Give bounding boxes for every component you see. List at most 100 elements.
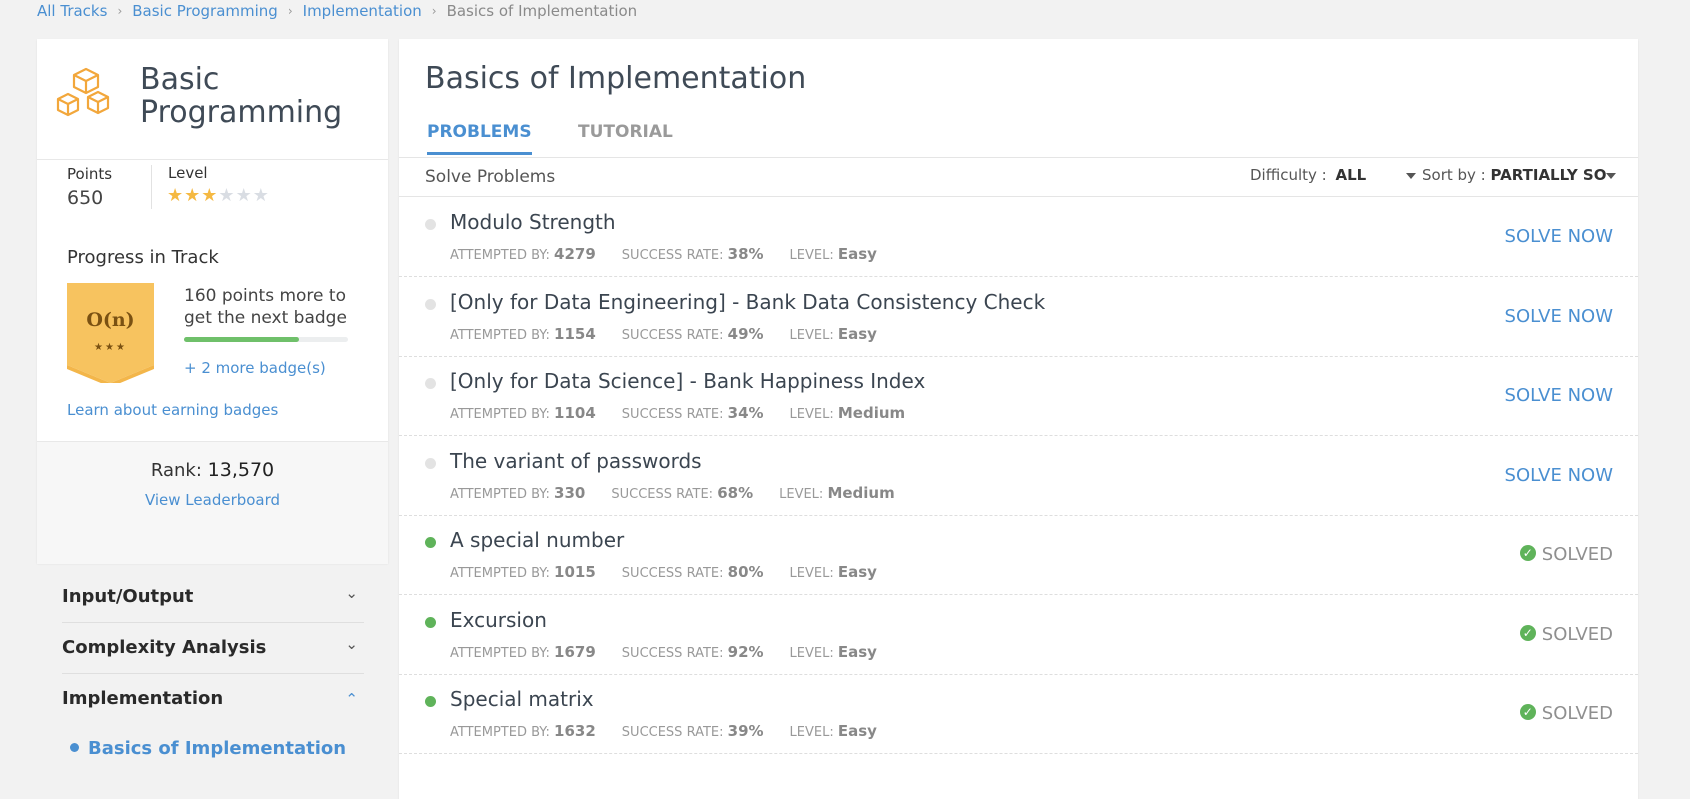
solve-now-button[interactable]: SOLVE NOW: [1505, 465, 1613, 486]
success-label: SUCCESS RATE:: [621, 646, 724, 661]
accordion-sub-basics-of-implementation[interactable]: Basics of Implementation: [70, 738, 346, 759]
success-value: 49%: [727, 325, 764, 343]
attempted-label: ATTEMPTED BY:: [450, 328, 550, 343]
status-dot-icon: [425, 537, 436, 548]
problem-meta: ATTEMPTED BY: 1104 SUCCESS RATE: 34% LEVEL…: [450, 404, 931, 422]
problem-title[interactable]: Excursion: [450, 608, 547, 632]
badge-label: O(n): [86, 309, 135, 331]
cubes-icon: [56, 67, 110, 117]
problem-title[interactable]: The variant of passwords: [450, 449, 702, 473]
track-title-line2: Programming: [140, 95, 343, 130]
breadcrumb: All Tracks › Basic Programming › Impleme…: [37, 0, 637, 22]
star-empty-icon: ★: [252, 185, 270, 206]
chevron-right-icon: ›: [431, 4, 437, 18]
status-dot-icon: [425, 696, 436, 707]
solve-now-button[interactable]: SOLVE NOW: [1505, 226, 1613, 247]
sort-select[interactable]: Sort by : PARTIALLY SOLVED: [1422, 166, 1616, 184]
level-value: Easy: [837, 643, 877, 661]
success-label: SUCCESS RATE:: [611, 487, 714, 502]
rank-value: 13,570: [207, 459, 275, 481]
solved-label: SOLVED: [1541, 703, 1613, 724]
track-title: Basic Programming: [140, 63, 380, 129]
problem-title[interactable]: Special matrix: [450, 687, 594, 711]
progress-text: 160 points more to get the next badge: [184, 286, 347, 328]
caret-down-icon: [1406, 172, 1417, 179]
success-value: 34%: [727, 404, 764, 422]
check-circle-icon: ✓: [1519, 704, 1536, 720]
success-label: SUCCESS RATE:: [621, 725, 724, 740]
breadcrumb-implementation[interactable]: Implementation: [303, 2, 422, 20]
level-value: Medium: [827, 484, 895, 502]
problem-title[interactable]: [Only for Data Science] - Bank Happiness…: [450, 369, 925, 393]
sort-value: PARTIALLY SOLVED: [1490, 166, 1606, 184]
attempted-label: ATTEMPTED BY:: [450, 248, 550, 263]
success-label: SUCCESS RATE:: [621, 248, 724, 263]
star-empty-icon: ★: [218, 185, 236, 206]
chevron-down-icon: ⌄: [345, 584, 358, 602]
sort-label: Sort by :: [1422, 166, 1486, 184]
problem-meta: ATTEMPTED BY: 330 SUCCESS RATE: 68% LEVEL:…: [450, 484, 921, 502]
status-dot-icon: [425, 219, 436, 230]
level-label: LEVEL:: [779, 487, 824, 502]
level-value: Easy: [837, 722, 877, 740]
attempted-value: 330: [554, 484, 586, 502]
level-stars: ★★★★★★: [167, 185, 270, 206]
tab-problems[interactable]: PROBLEMS: [427, 122, 532, 155]
attempted-value: 1154: [554, 325, 596, 343]
problem-title[interactable]: Modulo Strength: [450, 210, 616, 234]
track-card: Basic Programming Points 650 Level ★★★★★…: [37, 39, 388, 564]
accordion-label: Implementation: [62, 688, 224, 709]
star-filled-icon: ★: [184, 185, 202, 206]
solve-now-button[interactable]: SOLVE NOW: [1505, 306, 1613, 327]
solved-label: SOLVED: [1541, 624, 1613, 645]
problem-row: The variant of passwords ATTEMPTED BY: 33…: [399, 436, 1638, 516]
success-label: SUCCESS RATE:: [621, 566, 724, 581]
problem-meta: ATTEMPTED BY: 1154 SUCCESS RATE: 49% LEVEL…: [450, 325, 903, 343]
problem-row: Special matrix ATTEMPTED BY: 1632 SUCCESS …: [399, 674, 1638, 754]
stats-divider: [151, 165, 152, 209]
success-value: 80%: [727, 563, 764, 581]
problem-title[interactable]: A special number: [450, 528, 624, 552]
level-label: LEVEL:: [789, 566, 834, 581]
page-title: Basics of Implementation: [425, 61, 807, 96]
success-value: 68%: [717, 484, 754, 502]
accordion-item-complexity-analysis[interactable]: Complexity Analysis ⌄: [62, 623, 364, 674]
track-title-line1: Basic: [140, 62, 220, 97]
tab-tutorial[interactable]: TUTORIAL: [578, 122, 673, 152]
difficulty-select[interactable]: Difficulty : ALL: [1250, 166, 1417, 184]
learn-badges-link[interactable]: Learn about earning badges: [67, 401, 278, 419]
solve-now-button[interactable]: SOLVE NOW: [1505, 385, 1613, 406]
rank: Rank: 13,570: [37, 459, 388, 481]
success-label: SUCCESS RATE:: [621, 407, 724, 422]
star-filled-icon: ★: [201, 185, 219, 206]
more-badges-link[interactable]: + 2 more badge(s): [184, 359, 326, 377]
accordion-item-implementation[interactable]: Implementation ⌃: [62, 674, 364, 724]
problem-meta: ATTEMPTED BY: 1632 SUCCESS RATE: 39% LEVEL…: [450, 722, 903, 740]
track-header: Basic Programming: [37, 39, 388, 160]
level-label: LEVEL:: [789, 725, 834, 740]
level-value: Easy: [837, 245, 877, 263]
breadcrumb-all-tracks[interactable]: All Tracks: [37, 2, 107, 20]
level-value: Easy: [837, 563, 877, 581]
solved-label: SOLVED: [1541, 544, 1613, 565]
problem-title[interactable]: [Only for Data Engineering] - Bank Data …: [450, 290, 1045, 314]
level-value: Medium: [837, 404, 906, 422]
accordion-label: Complexity Analysis: [62, 637, 267, 658]
solved-status: ✓ SOLVED: [1519, 544, 1613, 565]
level-label: Level: [168, 164, 208, 182]
chevron-right-icon: ›: [117, 4, 123, 18]
breadcrumb-basic-programming[interactable]: Basic Programming: [132, 2, 278, 20]
view-leaderboard-link[interactable]: View Leaderboard: [37, 491, 388, 509]
status-dot-icon: [425, 299, 436, 310]
check-circle-icon: ✓: [1519, 625, 1536, 641]
badge-icon: [67, 283, 154, 383]
solve-problems-title: Solve Problems: [425, 167, 556, 187]
level-label: LEVEL:: [789, 407, 834, 422]
attempted-value: 1104: [554, 404, 596, 422]
attempted-label: ATTEMPTED BY:: [450, 566, 550, 581]
accordion-item-input-output[interactable]: Input/Output ⌄: [62, 572, 364, 623]
star-filled-icon: ★: [167, 185, 185, 206]
check-circle-icon: ✓: [1519, 545, 1536, 561]
chevron-down-icon: ⌄: [345, 635, 358, 653]
success-label: SUCCESS RATE:: [621, 328, 724, 343]
